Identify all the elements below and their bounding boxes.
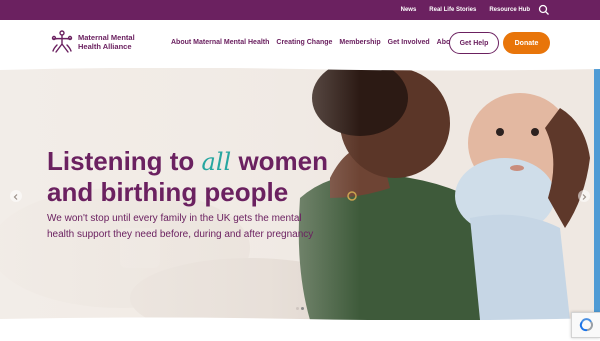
headline-part-2: women: [231, 146, 329, 176]
wave-divider-top: [0, 68, 600, 71]
recaptcha-badge[interactable]: [571, 312, 600, 338]
site-header: Maternal Mental Health Alliance About Ma…: [0, 20, 600, 70]
carousel-next-button[interactable]: [578, 190, 590, 202]
recaptcha-icon: [579, 318, 593, 332]
get-help-button[interactable]: Get Help: [449, 32, 499, 54]
carousel-dot-active[interactable]: [301, 307, 304, 310]
headline-emphasis: all: [201, 148, 232, 176]
hero-subtext: We won't stop until every family in the …: [47, 213, 314, 240]
donate-button[interactable]: Donate: [503, 32, 550, 54]
topbar-link-resource-hub[interactable]: Resource Hub: [489, 7, 530, 13]
nav-creating-change[interactable]: Creating Change: [276, 39, 332, 46]
carousel-dots: [296, 307, 306, 310]
search-icon[interactable]: [538, 4, 550, 16]
hero-carousel: Listening to all women and birthing peop…: [0, 68, 600, 320]
carousel-dot[interactable]: [296, 307, 299, 310]
topbar-link-real-life-stories[interactable]: Real Life Stories: [429, 7, 476, 13]
carousel-prev-button[interactable]: [10, 190, 22, 202]
topbar-link-news[interactable]: News: [401, 7, 417, 13]
utility-bar: News Real Life Stories Resource Hub: [0, 0, 600, 20]
chevron-right-icon: [582, 194, 587, 200]
nav-about-maternal-mental-health[interactable]: About Maternal Mental Health: [171, 39, 269, 46]
site-logo[interactable]: Maternal Mental Health Alliance: [50, 29, 135, 55]
star-figures-icon: [51, 30, 73, 53]
nav-get-involved[interactable]: Get Involved: [388, 39, 430, 46]
logo-line-1: Maternal Mental: [78, 33, 135, 42]
hero-headline: Listening to all women and birthing peop…: [47, 146, 328, 207]
wave-divider-bottom: [0, 317, 600, 320]
headline-line-2: and birthing people: [47, 177, 289, 207]
chevron-left-icon: [13, 194, 18, 200]
main-nav: About Maternal Mental Health Creating Ch…: [171, 39, 475, 46]
nav-membership[interactable]: Membership: [339, 39, 380, 46]
headline-part-1: Listening to: [47, 146, 202, 176]
logo-line-2: Health Alliance: [78, 42, 132, 51]
